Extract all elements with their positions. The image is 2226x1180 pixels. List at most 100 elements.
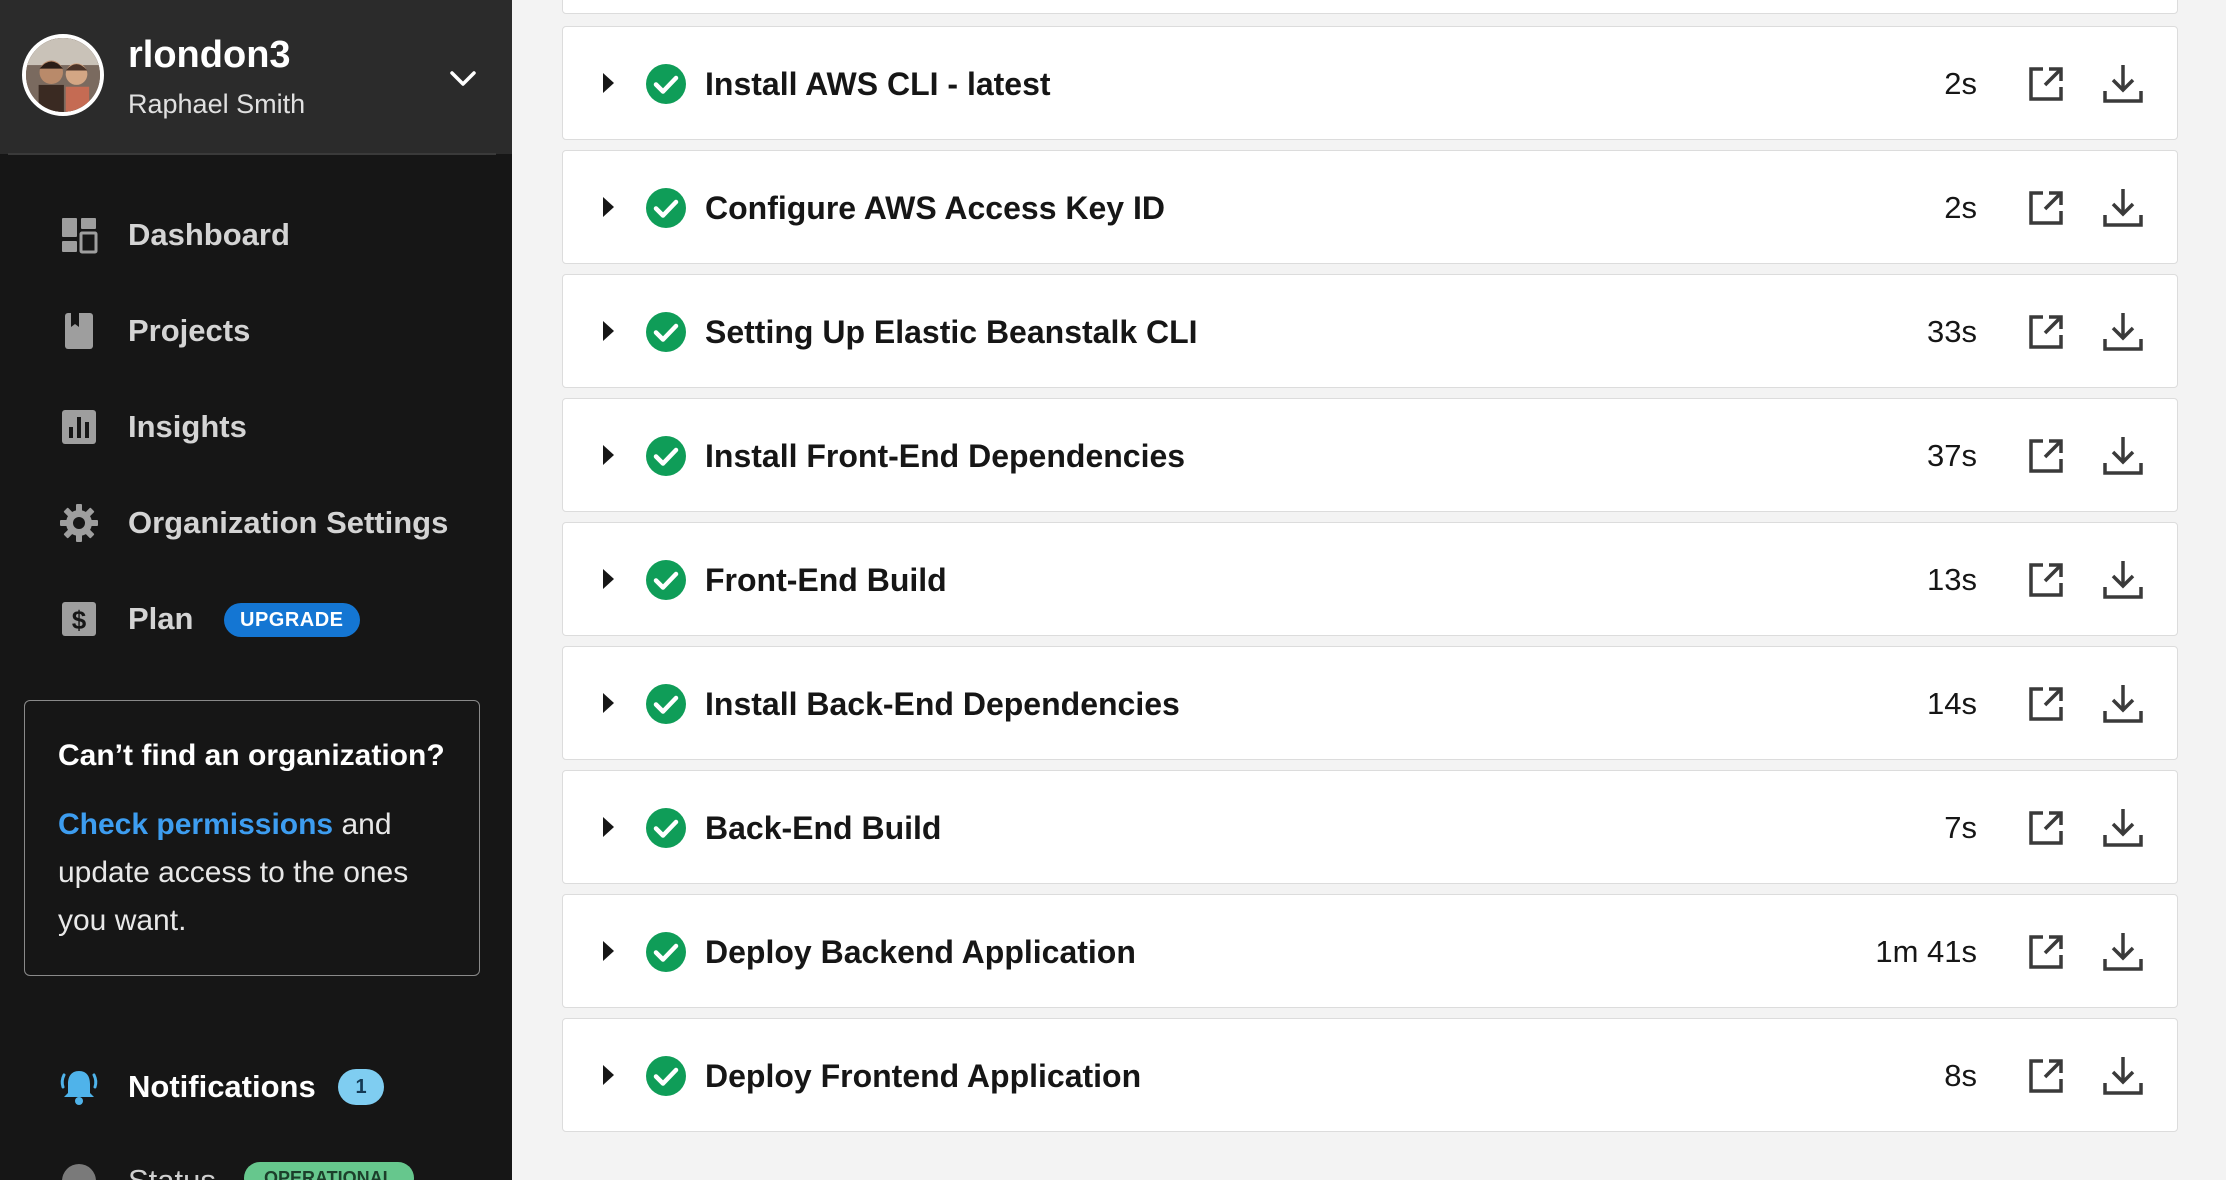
- step-duration: 37s: [1927, 438, 1977, 473]
- success-check-icon: [646, 64, 686, 104]
- sidebar-item-notifications[interactable]: Notifications 1: [0, 1052, 512, 1122]
- open-in-new-icon[interactable]: [2025, 1055, 2067, 1097]
- success-check-icon: [646, 932, 686, 972]
- download-icon[interactable]: [2101, 61, 2145, 105]
- username: rlondon3: [128, 34, 291, 76]
- expand-caret-icon[interactable]: [603, 197, 614, 217]
- sidebar-item-label: Organization Settings: [128, 505, 449, 540]
- sidebar: rlondon3 Raphael Smith Dashboard Project…: [0, 0, 512, 1180]
- bar-chart-icon: [58, 406, 100, 448]
- org-help-card: Can’t find an organization? Check permis…: [24, 700, 480, 976]
- notification-count-badge: 1: [338, 1069, 384, 1105]
- download-icon[interactable]: [2101, 929, 2145, 973]
- download-icon[interactable]: [2101, 1053, 2145, 1097]
- avatar: [22, 34, 104, 116]
- sidebar-item-projects[interactable]: Projects: [0, 296, 512, 366]
- download-icon[interactable]: [2101, 681, 2145, 725]
- open-in-new-icon[interactable]: [2025, 807, 2067, 849]
- success-check-icon: [646, 188, 686, 228]
- svg-text:$: $: [72, 605, 87, 635]
- step-name: Front-End Build: [705, 562, 947, 598]
- download-icon[interactable]: [2101, 557, 2145, 601]
- step-duration: 2s: [1944, 66, 1977, 101]
- expand-caret-icon[interactable]: [603, 445, 614, 465]
- step-row[interactable]: Install Front-End Dependencies 37s: [562, 398, 2178, 512]
- step-name: Setting Up Elastic Beanstalk CLI: [705, 314, 1198, 350]
- step-duration: 1m 41s: [1875, 934, 1977, 969]
- open-in-new-icon[interactable]: [2025, 63, 2067, 105]
- step-name: Configure AWS Access Key ID: [705, 190, 1165, 226]
- open-in-new-icon[interactable]: [2025, 931, 2067, 973]
- full-name: Raphael Smith: [128, 89, 306, 119]
- step-row[interactable]: Deploy Frontend Application 8s: [562, 1018, 2178, 1132]
- download-icon[interactable]: [2101, 805, 2145, 849]
- download-icon[interactable]: [2101, 185, 2145, 229]
- step-row[interactable]: Front-End Build 13s: [562, 522, 2178, 636]
- open-in-new-icon[interactable]: [2025, 435, 2067, 477]
- step-duration: 8s: [1944, 1058, 1977, 1093]
- download-icon[interactable]: [2101, 433, 2145, 477]
- sidebar-item-label: Projects: [128, 313, 251, 348]
- expand-caret-icon[interactable]: [603, 817, 614, 837]
- step-row[interactable]: Configure AWS Access Key ID 2s: [562, 150, 2178, 264]
- expand-caret-icon[interactable]: [603, 693, 614, 713]
- chevron-down-icon[interactable]: [446, 62, 480, 96]
- open-in-new-icon[interactable]: [2025, 683, 2067, 725]
- step-row[interactable]: Setting Up Elastic Beanstalk CLI 33s: [562, 274, 2178, 388]
- sidebar-item-status[interactable]: Status OPERATIONAL: [0, 1146, 512, 1180]
- status-badge: OPERATIONAL: [244, 1162, 414, 1180]
- open-in-new-icon[interactable]: [2025, 559, 2067, 601]
- step-duration: 33s: [1927, 314, 1977, 349]
- step-duration: 2s: [1944, 190, 1977, 225]
- sidebar-item-organization-settings[interactable]: Organization Settings: [0, 488, 512, 558]
- sidebar-item-label: Insights: [128, 409, 247, 444]
- check-permissions-link[interactable]: Check permissions: [58, 808, 333, 841]
- sidebar-item-plan[interactable]: $ Plan UPGRADE: [0, 584, 512, 654]
- success-check-icon: [646, 312, 686, 352]
- sidebar-item-label: Dashboard: [128, 217, 290, 252]
- org-help-text: Check permissions and update access to t…: [58, 801, 458, 945]
- dashboard-icon: [58, 214, 100, 256]
- previous-step-card-edge: [562, 0, 2178, 14]
- step-name: Deploy Frontend Application: [705, 1058, 1142, 1094]
- book-icon: [58, 310, 100, 352]
- success-check-icon: [646, 808, 686, 848]
- step-row[interactable]: Back-End Build 7s: [562, 770, 2178, 884]
- expand-caret-icon[interactable]: [603, 941, 614, 961]
- sidebar-item-label: Plan: [128, 601, 194, 636]
- step-name: Install Back-End Dependencies: [705, 686, 1180, 722]
- step-row[interactable]: Install AWS CLI - latest 2s: [562, 26, 2178, 140]
- upgrade-badge[interactable]: UPGRADE: [224, 603, 360, 637]
- open-in-new-icon[interactable]: [2025, 311, 2067, 353]
- step-name: Install AWS CLI - latest: [705, 66, 1051, 102]
- download-icon[interactable]: [2101, 309, 2145, 353]
- expand-caret-icon[interactable]: [603, 73, 614, 93]
- success-check-icon: [646, 560, 686, 600]
- job-steps-panel: Install AWS CLI - latest 2s Configure AW…: [512, 0, 2226, 1180]
- header-divider: [8, 153, 496, 155]
- success-check-icon: [646, 1056, 686, 1096]
- bell-icon: [58, 1066, 100, 1108]
- step-row[interactable]: Install Back-End Dependencies 14s: [562, 646, 2178, 760]
- status-icon: [58, 1160, 100, 1180]
- org-help-title: Can’t find an organization?: [58, 739, 445, 772]
- step-row[interactable]: Deploy Backend Application 1m 41s: [562, 894, 2178, 1008]
- open-in-new-icon[interactable]: [2025, 187, 2067, 229]
- step-name: Install Front-End Dependencies: [705, 438, 1186, 474]
- success-check-icon: [646, 684, 686, 724]
- account-switcher[interactable]: rlondon3 Raphael Smith: [0, 0, 512, 154]
- sidebar-item-label: Status: [128, 1163, 216, 1180]
- expand-caret-icon[interactable]: [603, 569, 614, 589]
- step-duration: 14s: [1927, 686, 1977, 721]
- expand-caret-icon[interactable]: [603, 1065, 614, 1085]
- sidebar-item-label: Notifications: [128, 1069, 316, 1104]
- success-check-icon: [646, 436, 686, 476]
- expand-caret-icon[interactable]: [603, 321, 614, 341]
- step-duration: 13s: [1927, 562, 1977, 597]
- gear-icon: [58, 502, 100, 544]
- sidebar-item-insights[interactable]: Insights: [0, 392, 512, 462]
- app-root: rlondon3 Raphael Smith Dashboard Project…: [0, 0, 2226, 1180]
- sidebar-item-dashboard[interactable]: Dashboard: [0, 200, 512, 270]
- step-name: Deploy Backend Application: [705, 934, 1136, 970]
- step-duration: 7s: [1944, 810, 1977, 845]
